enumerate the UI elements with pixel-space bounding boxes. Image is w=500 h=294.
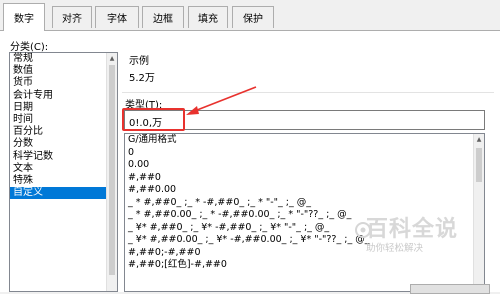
category-item-percentage[interactable]: 百分比 (10, 126, 117, 138)
tab-number[interactable]: 数字 (3, 3, 45, 31)
category-item-accounting[interactable]: 会计专用 (10, 90, 117, 102)
scroll-up-icon[interactable]: ▲ (107, 53, 117, 63)
category-label: 分类(C): (10, 42, 49, 53)
tab-strip: 数字 对齐 字体 边框 填充 保护 (0, 0, 500, 31)
delete-button[interactable] (410, 284, 490, 294)
format-list[interactable]: G/通用格式 0 0.00 #,##0 #,##0.00 _ * #,##0_ … (124, 133, 485, 292)
category-item-currency[interactable]: 货币 (10, 77, 117, 89)
scroll-thumb[interactable] (476, 148, 482, 182)
category-item-fraction[interactable]: 分数 (10, 138, 117, 150)
annotation-arrow-icon (186, 86, 257, 115)
format-item[interactable]: #,##0;[红色]-#,##0 (125, 259, 484, 272)
sample-divider (122, 92, 494, 93)
category-item-date[interactable]: 日期 (10, 102, 117, 114)
category-item-general[interactable]: 常规 (10, 53, 117, 65)
format-scrollbar[interactable]: ▲ (473, 134, 484, 291)
format-item[interactable]: G/通用格式 (125, 134, 484, 147)
tab-label: 对齐 (62, 14, 82, 25)
category-item-time[interactable]: 时间 (10, 114, 117, 126)
tab-protection[interactable]: 保护 (232, 6, 274, 28)
format-item[interactable]: 0 (125, 147, 484, 160)
watermark: 百科全说 助你轻松解决 (366, 218, 496, 256)
tab-fill[interactable]: 填充 (188, 6, 228, 28)
annotation-highlight-box (122, 108, 185, 131)
format-item[interactable]: _ * #,##0_ ;_ * -#,##0_ ;_ * "-"_ ;_ @_ (125, 197, 484, 210)
tab-font[interactable]: 字体 (95, 6, 139, 28)
watermark-subtitle: 助你轻松解决 (366, 243, 424, 254)
category-scrollbar[interactable]: ▲ (106, 53, 117, 291)
tab-label: 保护 (243, 14, 263, 25)
sample-label: 示例 (129, 56, 149, 67)
scroll-thumb[interactable] (109, 65, 115, 275)
category-item-number[interactable]: 数值 (10, 65, 117, 77)
format-item[interactable]: #,##0.00 (125, 184, 484, 197)
scroll-up-icon[interactable]: ▲ (474, 134, 484, 144)
tab-border[interactable]: 边框 (142, 6, 184, 28)
category-item-custom[interactable]: 自定义 (10, 187, 117, 200)
tab-label: 填充 (198, 14, 218, 25)
tab-label: 边框 (153, 14, 173, 25)
format-item[interactable]: #,##0 (125, 172, 484, 185)
watermark-title: 百科全说 (366, 217, 459, 242)
sample-value: 5.2万 (129, 73, 155, 84)
tab-label: 数字 (14, 14, 34, 25)
tab-label: 字体 (107, 14, 127, 25)
category-item-text[interactable]: 文本 (10, 163, 117, 175)
category-list[interactable]: 常规 数值 货币 会计专用 日期 时间 百分比 分数 科学记数 文本 特殊 自定… (9, 52, 118, 292)
tab-alignment[interactable]: 对齐 (52, 6, 92, 28)
category-item-special[interactable]: 特殊 (10, 175, 117, 187)
category-item-scientific[interactable]: 科学记数 (10, 151, 117, 163)
format-item[interactable]: 0.00 (125, 159, 484, 172)
